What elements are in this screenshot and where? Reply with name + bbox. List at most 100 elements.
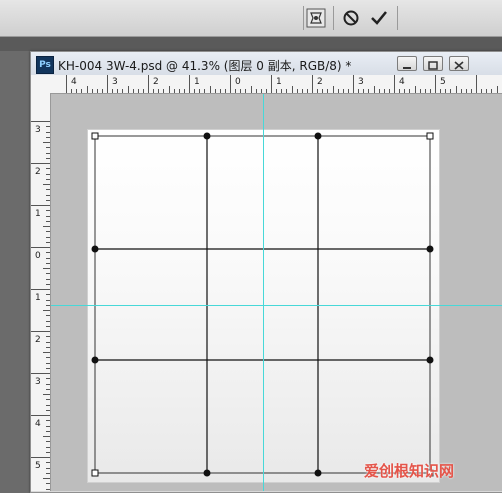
warp-handle[interactable]	[92, 357, 99, 364]
ruler-tick	[46, 294, 50, 295]
warp-handle[interactable]	[315, 470, 322, 477]
corner-handle[interactable]	[92, 470, 98, 476]
corner-handle[interactable]	[92, 133, 98, 139]
ruler-tick	[415, 86, 416, 93]
ruler-tick	[43, 394, 50, 395]
ruler-tick	[138, 89, 139, 93]
minimize-button[interactable]	[397, 56, 417, 71]
ruler-tick	[46, 326, 50, 327]
ruler-tick	[322, 89, 323, 93]
warp-handle[interactable]	[315, 133, 322, 140]
warp-handle[interactable]	[204, 470, 211, 477]
ruler-tick	[143, 89, 144, 93]
ruler-tick	[251, 86, 252, 93]
ruler-tick	[46, 284, 50, 285]
ruler-tick	[31, 163, 50, 164]
ruler-tick	[46, 357, 50, 358]
ruler-tick	[235, 89, 236, 93]
ruler-tick	[46, 399, 50, 400]
ruler-tick	[46, 179, 50, 180]
ruler-tick	[486, 89, 487, 93]
ruler-label: 3	[35, 125, 41, 135]
transform-mode-button[interactable]	[305, 7, 327, 29]
ruler-label: 4	[71, 77, 77, 87]
warp-handle[interactable]	[427, 246, 434, 253]
ruler-label: 2	[317, 77, 323, 87]
restore-button[interactable]	[423, 56, 443, 71]
ruler-tick	[46, 137, 50, 138]
ruler-tick	[46, 237, 50, 238]
canvas-area[interactable]	[51, 94, 502, 491]
ruler-tick	[46, 242, 50, 243]
ruler-tick	[46, 410, 50, 411]
ruler-label: 0	[35, 251, 41, 261]
ruler-tick	[317, 89, 318, 93]
ruler-tick	[46, 305, 50, 306]
ruler-tick	[133, 89, 134, 93]
ruler-tick	[46, 321, 50, 322]
ruler-tick	[292, 86, 293, 93]
ruler-tick	[225, 89, 226, 93]
ruler-tick	[46, 210, 50, 211]
ruler-tick	[46, 195, 50, 196]
ruler-tick	[46, 389, 50, 390]
ruler-tick	[31, 415, 50, 416]
ruler-tick	[71, 89, 72, 93]
ruler-tick	[471, 89, 472, 93]
ruler-tick	[31, 205, 50, 206]
ruler-tick	[204, 89, 205, 93]
ruler-tick	[31, 121, 50, 122]
commit-transform-button[interactable]	[368, 7, 390, 29]
ruler-tick	[46, 447, 50, 448]
ruler-tick	[46, 153, 50, 154]
ruler-tick	[153, 89, 154, 93]
document-titlebar[interactable]: Ps KH-004 3W-4.psd @ 41.3% (图层 0 副本, RGB…	[31, 52, 502, 77]
cancel-transform-button[interactable]	[340, 7, 362, 29]
panel-dock-strip	[0, 37, 502, 51]
ruler-tick	[312, 75, 313, 93]
ruler-label: 3	[112, 77, 118, 87]
ruler-label: 3	[35, 377, 41, 387]
ruler-tick	[240, 89, 241, 93]
photoshop-icon: Ps	[36, 56, 54, 74]
ruler-tick	[31, 331, 50, 332]
warp-handle[interactable]	[92, 246, 99, 253]
ruler-tick	[97, 89, 98, 93]
vertical-guide[interactable]	[263, 94, 264, 491]
ruler-label: 5	[35, 461, 41, 471]
ruler-tick	[461, 89, 462, 93]
warp-grid[interactable]	[51, 94, 502, 491]
ruler-tick	[179, 89, 180, 93]
warp-handle[interactable]	[427, 357, 434, 364]
ruler-tick	[374, 86, 375, 93]
vertical-ruler[interactable]: 3 2 1 0 1 2 3 4 5	[31, 93, 51, 491]
ruler-tick	[31, 457, 50, 458]
ruler-tick	[399, 89, 400, 93]
ruler-tick	[189, 75, 190, 93]
ruler-tick	[394, 75, 395, 93]
ruler-tick	[43, 352, 50, 353]
ruler-tick	[389, 89, 390, 93]
ruler-tick	[435, 75, 436, 93]
ruler-tick	[46, 462, 50, 463]
close-icon	[450, 59, 468, 72]
ruler-tick	[158, 89, 159, 93]
options-separator	[333, 6, 334, 30]
corner-handle[interactable]	[427, 133, 433, 139]
ruler-tick	[46, 273, 50, 274]
warp-handle[interactable]	[204, 133, 211, 140]
close-button[interactable]	[449, 56, 469, 71]
ruler-tick	[46, 315, 50, 316]
ruler-tick	[107, 75, 108, 93]
ruler-tick	[46, 263, 50, 264]
ruler-origin[interactable]	[31, 75, 51, 94]
ruler-tick	[46, 405, 50, 406]
horizontal-ruler[interactable]: 4 3 2 1 0 1 2 3 4 5	[50, 75, 502, 94]
ruler-tick	[46, 431, 50, 432]
restore-icon	[424, 59, 442, 72]
ruler-tick	[445, 89, 446, 93]
ruler-label: 0	[235, 77, 241, 87]
ruler-tick	[491, 89, 492, 93]
ruler-tick	[245, 89, 246, 93]
horizontal-guide[interactable]	[51, 305, 502, 306]
